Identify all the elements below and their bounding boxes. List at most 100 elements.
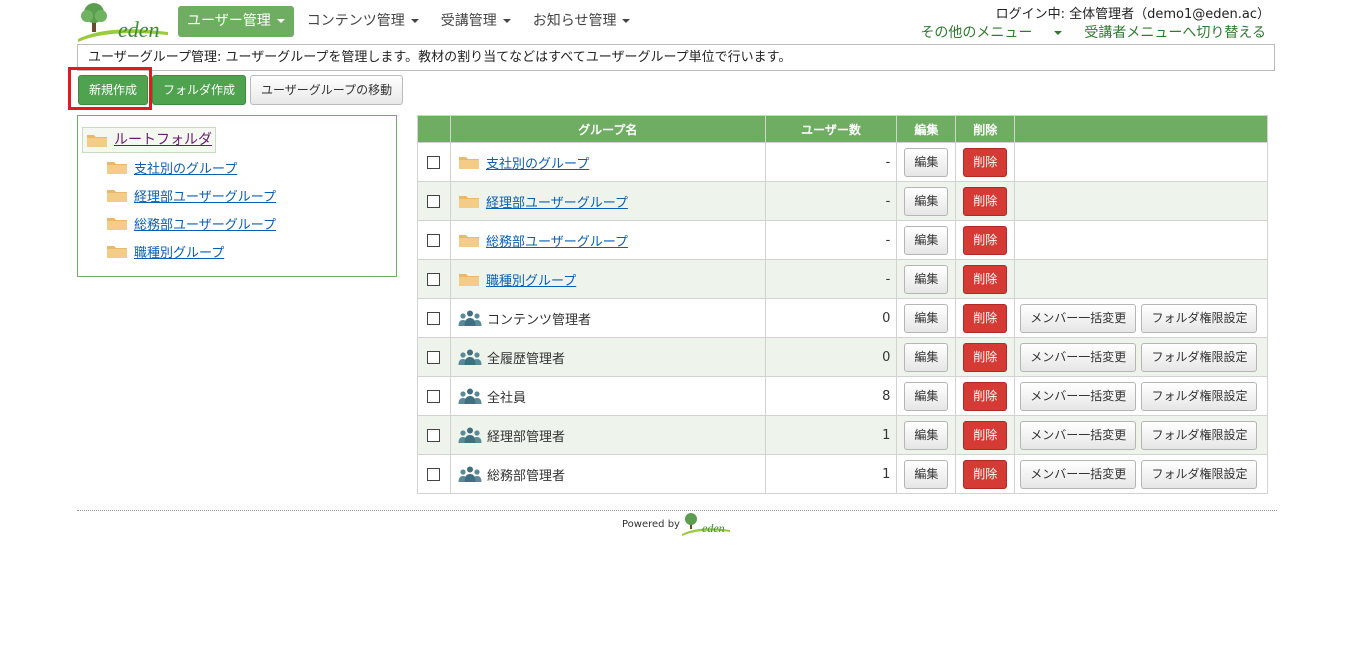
main-nav: ユーザー管理 コンテンツ管理 受講管理 お知らせ管理 (178, 6, 643, 37)
bulk-member-change-button[interactable]: メンバー一括変更 (1020, 342, 1137, 372)
edit-button[interactable]: 編集 (904, 342, 949, 372)
row-checkbox[interactable] (427, 194, 441, 208)
delete-button[interactable]: 削除 (963, 264, 1008, 294)
create-folder-button[interactable]: フォルダ作成 (152, 75, 247, 105)
group-folder-link[interactable]: 支社別のグループ (486, 153, 589, 172)
delete-button[interactable]: 削除 (963, 186, 1008, 216)
user-group-icon (458, 310, 482, 326)
bulk-member-change-button[interactable]: メンバー一括変更 (1020, 459, 1137, 489)
user-count: - (764, 220, 898, 260)
delete-button[interactable]: 削除 (963, 147, 1008, 177)
table-row: コンテンツ管理者 0 編集 削除 メンバー一括変更 フォルダ権限設定 (417, 298, 1268, 338)
nav-user-management[interactable]: ユーザー管理 (178, 6, 294, 37)
delete-cell: 削除 (955, 337, 1016, 377)
header-user-count: ユーザー数 (764, 115, 898, 143)
table-row: 総務部管理者 1 編集 削除 メンバー一括変更 フォルダ権限設定 (417, 454, 1268, 494)
other-menu-dropdown[interactable]: その他のメニュー (898, 22, 1063, 42)
eden-logo[interactable]: eden (78, 2, 170, 42)
delete-button[interactable]: 削除 (963, 459, 1008, 489)
nav-notice-management[interactable]: お知らせ管理 (524, 6, 640, 37)
user-group-icon (458, 388, 482, 404)
edit-cell: 編集 (896, 181, 957, 221)
edit-button[interactable]: 編集 (904, 381, 949, 411)
nav-course-management[interactable]: 受講管理 (432, 6, 520, 37)
table-row: 経理部ユーザーグループ - 編集 削除 (417, 181, 1268, 221)
bulk-member-change-button[interactable]: メンバー一括変更 (1020, 420, 1137, 450)
delete-cell: 削除 (955, 376, 1016, 416)
row-checkbox[interactable] (427, 233, 441, 247)
row-checkbox[interactable] (427, 155, 441, 169)
row-checkbox[interactable] (427, 389, 441, 403)
folder-permission-button[interactable]: フォルダ権限設定 (1141, 303, 1258, 333)
delete-cell: 削除 (955, 181, 1016, 221)
group-name-cell: 全社員 (449, 376, 766, 416)
row-checkbox-cell (417, 454, 451, 494)
user-count: - (764, 181, 898, 221)
tree-item-link[interactable]: 総務部ユーザーグループ (134, 214, 276, 233)
tree-item-link[interactable]: 支社別のグループ (134, 158, 237, 177)
folder-permission-button[interactable]: フォルダ権限設定 (1141, 342, 1258, 372)
row-checkbox[interactable] (427, 428, 441, 442)
extra-actions-cell: メンバー一括変更 フォルダ権限設定 (1014, 376, 1268, 416)
extra-actions-cell: メンバー一括変更 フォルダ権限設定 (1014, 337, 1268, 377)
tree-item-link[interactable]: 経理部ユーザーグループ (134, 186, 276, 205)
row-checkbox[interactable] (427, 272, 441, 286)
edit-cell: 編集 (896, 220, 957, 260)
bulk-member-change-button[interactable]: メンバー一括変更 (1020, 303, 1137, 333)
edit-button[interactable]: 編集 (904, 459, 949, 489)
folder-icon (107, 218, 127, 230)
folder-icon (458, 196, 479, 208)
edit-cell: 編集 (896, 259, 957, 299)
group-folder-link[interactable]: 職種別グループ (486, 270, 576, 289)
move-group-button[interactable]: ユーザーグループの移動 (250, 75, 404, 105)
tree-item: 経理部ユーザーグループ (106, 185, 276, 205)
delete-button[interactable]: 削除 (963, 420, 1008, 450)
folder-icon (87, 135, 107, 147)
user-count: 0 (764, 298, 898, 338)
nav-content-management[interactable]: コンテンツ管理 (298, 6, 428, 37)
tree-root-link[interactable]: ルートフォルダ (114, 128, 212, 152)
delete-button[interactable]: 削除 (963, 225, 1008, 255)
edit-button[interactable]: 編集 (904, 264, 949, 294)
edit-cell: 編集 (896, 454, 957, 494)
row-checkbox-cell (417, 415, 451, 455)
caret-down-icon (502, 19, 511, 23)
delete-button[interactable]: 削除 (963, 303, 1008, 333)
folder-permission-button[interactable]: フォルダ権限設定 (1141, 381, 1258, 411)
edit-cell: 編集 (896, 142, 957, 182)
row-checkbox[interactable] (427, 467, 441, 481)
tree-root-folder[interactable]: ルートフォルダ (82, 127, 216, 153)
group-name: 総務部管理者 (486, 468, 565, 484)
edit-button[interactable]: 編集 (904, 147, 949, 177)
delete-button[interactable]: 削除 (963, 381, 1008, 411)
user-count: 1 (764, 415, 898, 455)
header-edit: 編集 (896, 115, 957, 143)
group-folder-link[interactable]: 経理部ユーザーグループ (486, 192, 628, 211)
svg-text:eden: eden (118, 17, 160, 42)
caret-down-icon (410, 19, 419, 23)
extra-actions-cell (1014, 181, 1268, 221)
delete-cell: 削除 (955, 298, 1016, 338)
user-group-icon (458, 349, 482, 365)
row-checkbox[interactable] (427, 311, 441, 325)
edit-button[interactable]: 編集 (904, 225, 949, 255)
folder-icon (458, 157, 479, 169)
row-checkbox[interactable] (427, 350, 441, 364)
edit-button[interactable]: 編集 (904, 420, 949, 450)
edit-button[interactable]: 編集 (904, 186, 949, 216)
login-info: ログイン中: 全体管理者（demo1@eden.ac） (995, 7, 1270, 22)
group-name: コンテンツ管理者 (486, 312, 591, 328)
group-name-cell: 総務部管理者 (449, 454, 766, 494)
edit-cell: 編集 (896, 415, 957, 455)
tree-item-link[interactable]: 職種別グループ (134, 242, 224, 261)
edit-button[interactable]: 編集 (904, 303, 949, 333)
delete-button[interactable]: 削除 (963, 342, 1008, 372)
folder-permission-button[interactable]: フォルダ権限設定 (1141, 420, 1258, 450)
switch-learner-link[interactable]: 受講者メニューへ切り替える (1084, 22, 1266, 42)
folder-icon (107, 246, 127, 258)
folder-permission-button[interactable]: フォルダ権限設定 (1141, 459, 1258, 489)
bulk-member-change-button[interactable]: メンバー一括変更 (1020, 381, 1137, 411)
header-delete: 削除 (955, 115, 1016, 143)
group-name-cell: 全履歴管理者 (449, 337, 766, 377)
group-folder-link[interactable]: 総務部ユーザーグループ (486, 231, 628, 250)
